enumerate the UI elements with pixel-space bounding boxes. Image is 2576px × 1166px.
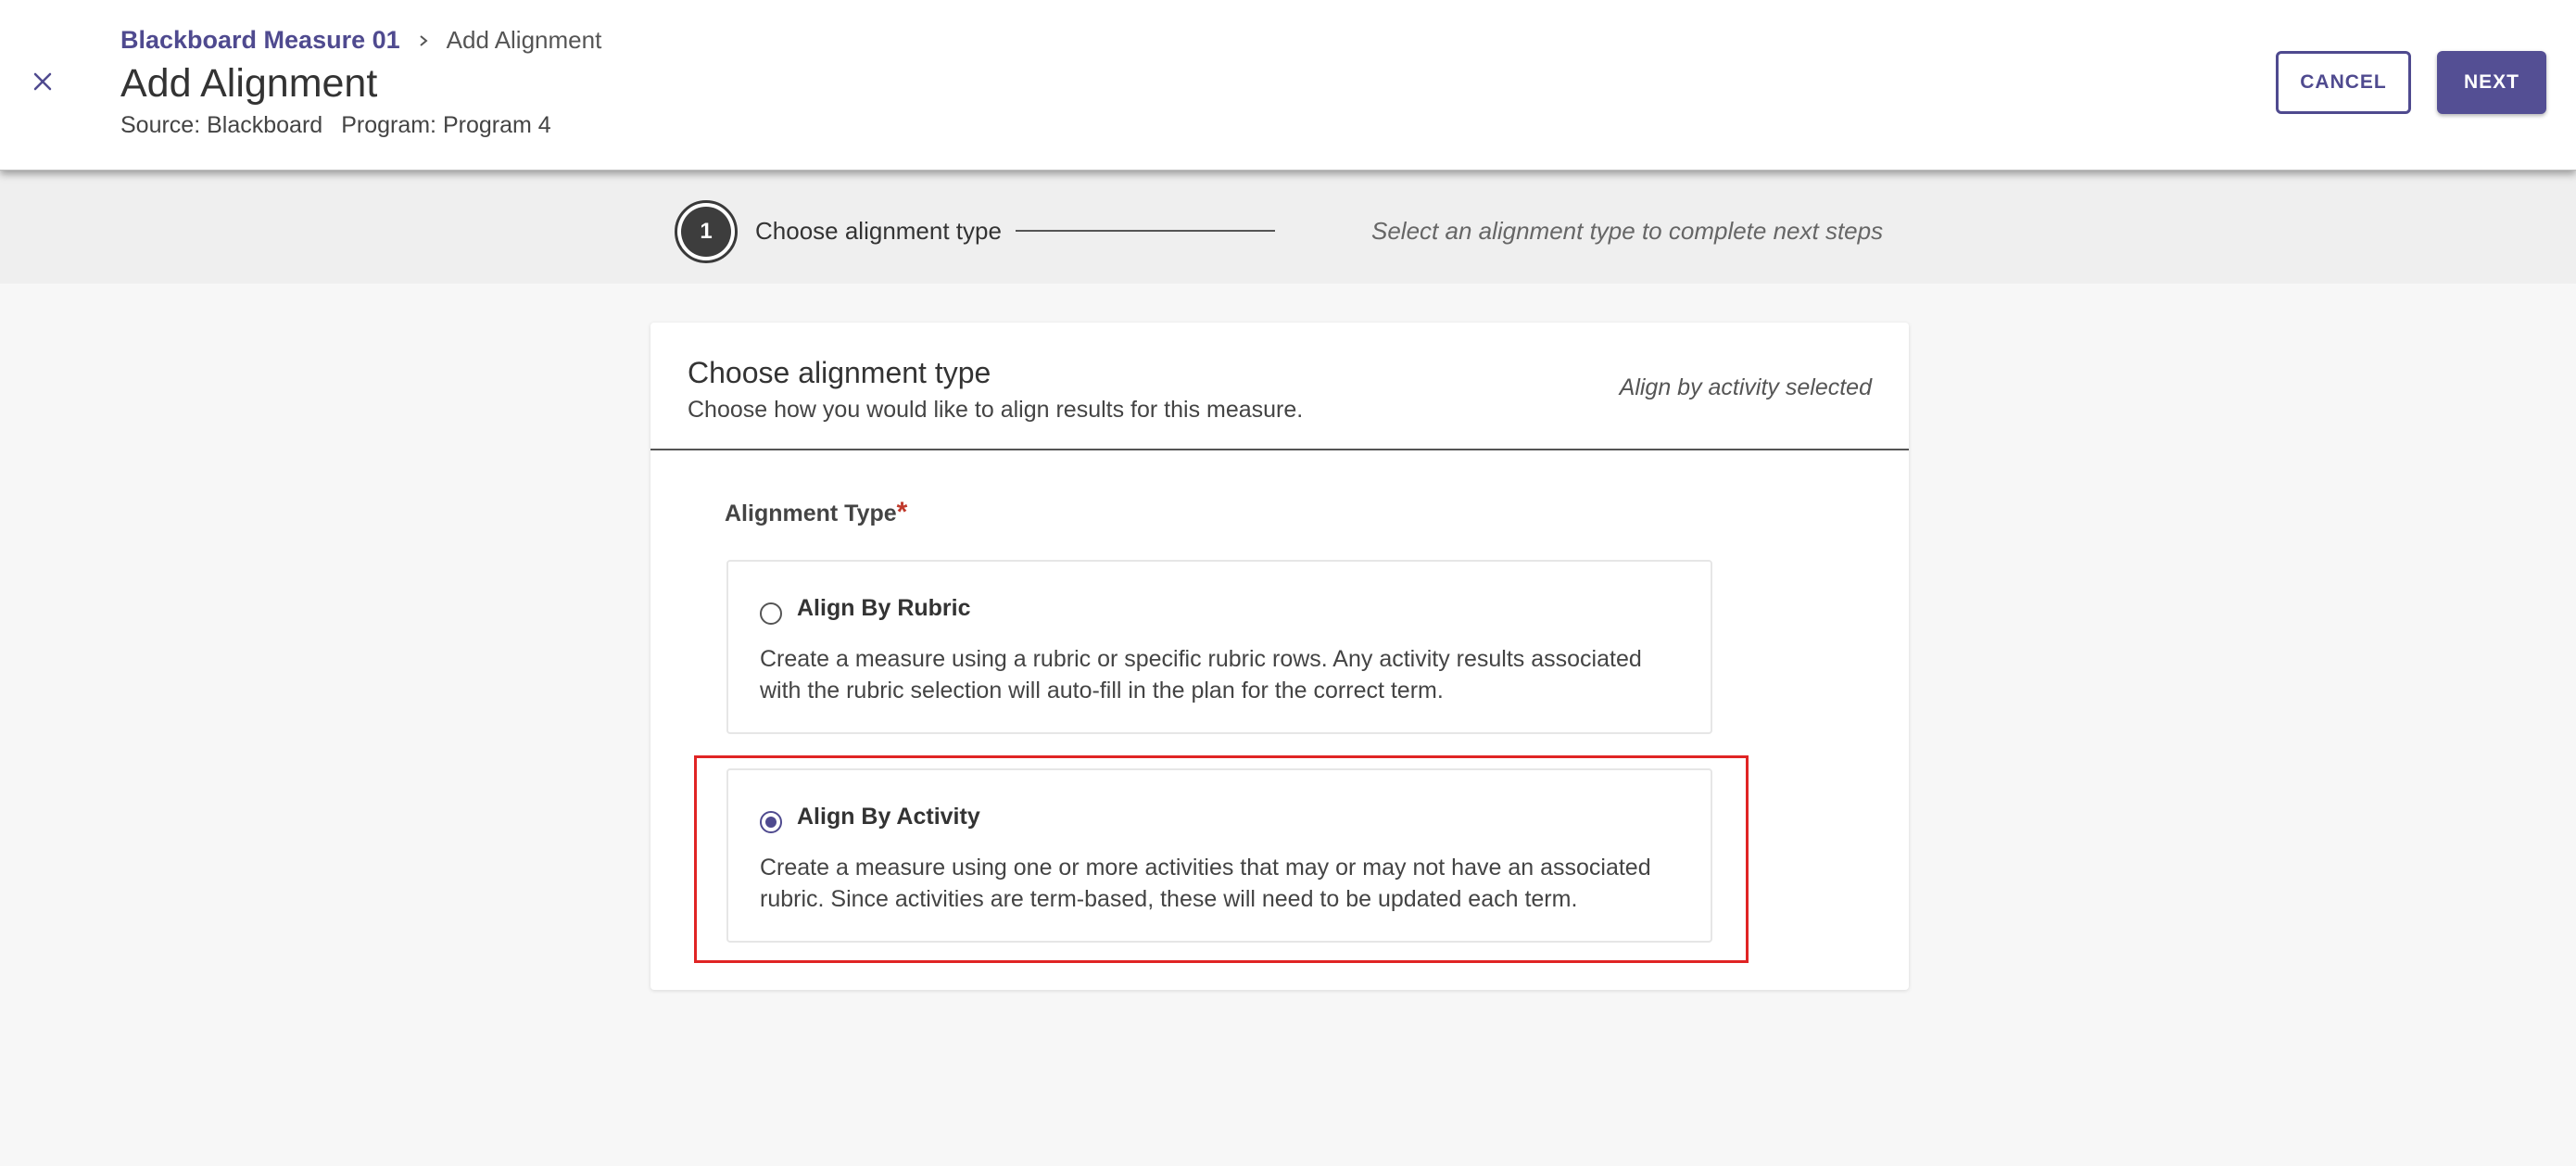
- option-title: Align By Rubric: [797, 595, 971, 621]
- breadcrumb-parent-link[interactable]: Blackboard Measure 01: [120, 26, 400, 55]
- breadcrumb: Blackboard Measure 01 Add Alignment: [120, 26, 601, 55]
- step-label: Choose alignment type: [755, 217, 1002, 245]
- close-icon: [33, 72, 52, 91]
- stepper-bar: [0, 171, 2576, 284]
- option-title: Align By Activity: [797, 804, 980, 830]
- field-label-text: Alignment Type: [725, 501, 897, 526]
- card-header: Choose alignment type Choose how you wou…: [650, 323, 1909, 450]
- radio-checked-icon[interactable]: [760, 811, 782, 833]
- step-number: 1: [681, 207, 731, 257]
- option-description: Create a measure using a rubric or speci…: [760, 646, 1642, 703]
- alignment-type-card: Choose alignment type Choose how you wou…: [650, 323, 1909, 990]
- step-indicator: 1: [675, 200, 738, 263]
- required-asterisk: *: [896, 497, 908, 527]
- option-align-by-rubric[interactable]: Align By Rubric Create a measure using a…: [726, 560, 1712, 734]
- option-description: Create a measure using one or more activ…: [760, 855, 1651, 912]
- close-button[interactable]: [24, 63, 61, 100]
- card-title: Choose alignment type: [688, 356, 991, 389]
- step-hint: Select an alignment type to complete nex…: [1371, 217, 1884, 245]
- alignment-type-label: Alignment Type*: [725, 497, 907, 528]
- source-label: Source: Blackboard: [120, 112, 323, 138]
- next-button[interactable]: NEXT: [2437, 51, 2546, 114]
- radio-unchecked-icon[interactable]: [760, 602, 782, 625]
- cancel-button[interactable]: CANCEL: [2276, 51, 2411, 114]
- page-title: Add Alignment: [120, 61, 378, 106]
- program-label: Program: Program 4: [341, 112, 551, 138]
- step-connector: [1016, 230, 1275, 232]
- radio-dot: [765, 817, 777, 828]
- chevron-right-icon: [417, 34, 430, 47]
- breadcrumb-current: Add Alignment: [446, 26, 602, 54]
- option-align-by-activity[interactable]: Align By Activity Create a measure using…: [726, 768, 1712, 943]
- selection-status: Align by activity selected: [1619, 374, 1872, 400]
- card-subtitle: Choose how you would like to align resul…: [688, 397, 1304, 423]
- page-header: Blackboard Measure 01 Add Alignment Add …: [0, 0, 2576, 171]
- page-meta: Source: Blackboard Program: Program 4: [120, 112, 551, 139]
